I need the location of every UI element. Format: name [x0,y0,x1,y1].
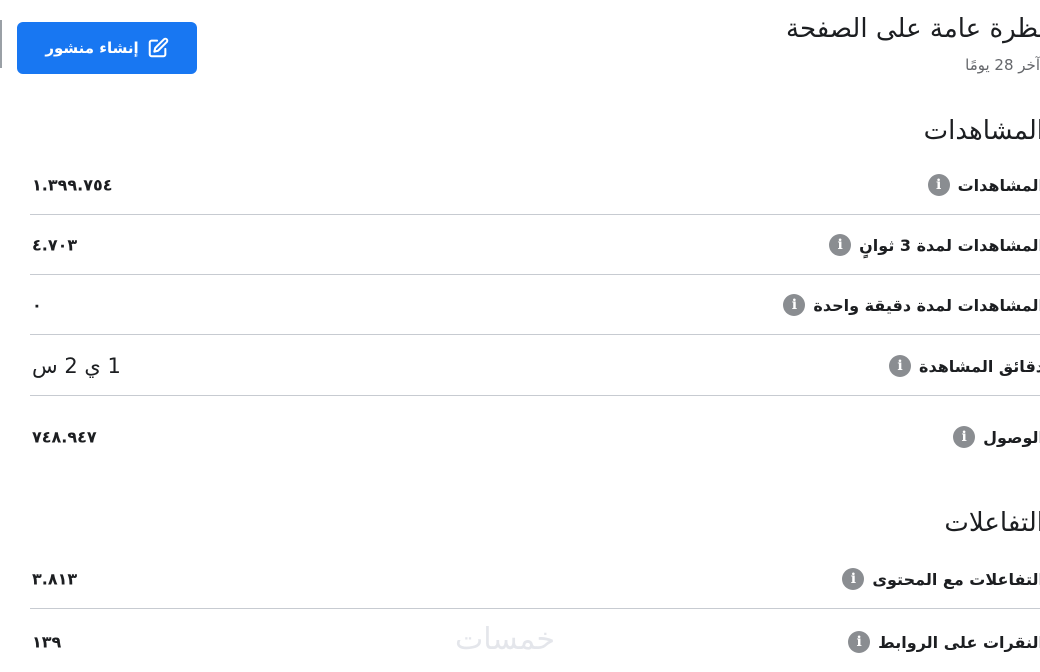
metric-label: المشاهدات i [927,174,1040,196]
metric-value: ١.٣٩٩.٧٥٤ [32,175,113,195]
metric-value: 1 ي 2 س [32,354,121,378]
metric-label: النقرات على الروابط i [848,631,1040,653]
metric-value: ٧٤٨.٩٤٧ [32,427,97,447]
metric-row-content-engagement: التفاعلات مع المحتوى i ٣.٨١٣ [30,549,1040,609]
section-title-views: المشاهدات [923,116,1040,146]
metric-label: المشاهدات لمدة دقيقة واحدة i [783,294,1040,316]
info-icon[interactable]: i [927,174,950,196]
date-range-label: آخر 28 يومًا [965,56,1040,74]
edit-icon [147,37,169,59]
divider [30,608,1040,609]
divider [30,334,1040,335]
info-icon[interactable]: i [842,568,865,590]
metric-value: ١٣٩ [32,632,62,652]
watermark: خمسات [455,622,556,657]
info-icon[interactable]: i [783,294,806,316]
create-post-button[interactable]: إنشاء منشور [17,22,197,74]
info-icon[interactable]: i [953,426,976,448]
info-icon[interactable]: i [829,234,852,256]
info-icon[interactable]: i [848,631,871,653]
metric-label: دقائق المشاهدة i [889,355,1040,377]
metric-label: المشاهدات لمدة 3 ثوانٍ i [829,234,1040,256]
metric-value: ٣.٨١٣ [32,569,78,589]
edge-marker [0,20,2,68]
section-title-engagement: التفاعلات [944,508,1040,538]
metric-value: ٤.٧٠٣ [32,235,78,255]
divider [30,395,1040,396]
metric-row-reach: الوصول i ٧٤٨.٩٤٧ [30,407,1040,467]
metric-row-views: المشاهدات i ١.٣٩٩.٧٥٤ [30,155,1040,215]
page-title: نظرة عامة على الصفحة [786,14,1040,44]
metric-label: التفاعلات مع المحتوى i [842,568,1040,590]
metric-label: الوصول i [953,426,1040,448]
info-icon[interactable]: i [889,355,912,377]
create-post-label: إنشاء منشور [45,39,139,57]
metric-row-3s-views: المشاهدات لمدة 3 ثوانٍ i ٤.٧٠٣ [30,215,1040,275]
metric-row-1min-views: المشاهدات لمدة دقيقة واحدة i ٠ [30,275,1040,335]
metric-value: ٠ [32,295,42,315]
metric-row-watch-time: دقائق المشاهدة i 1 ي 2 س [30,336,1040,396]
